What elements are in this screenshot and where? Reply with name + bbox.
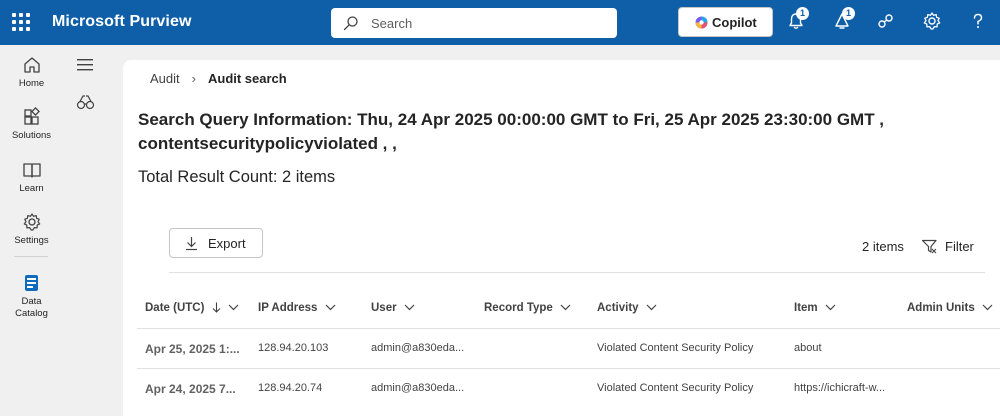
cell-date: Apr 24, 2025 7... bbox=[145, 382, 236, 396]
chevron-down-icon bbox=[228, 305, 239, 311]
toolbar-divider bbox=[169, 272, 985, 273]
table-row[interactable]: Apr 24, 2025 7... 128.94.20.74 admin@a83… bbox=[137, 368, 1000, 408]
search-input[interactable]: Search bbox=[331, 8, 617, 38]
cell-item: https://ichicraft-w... bbox=[794, 382, 886, 394]
rail-label-home: Home bbox=[18, 78, 45, 89]
notifications-button[interactable]: 1 bbox=[786, 7, 809, 33]
cell-ip: 128.94.20.74 bbox=[258, 382, 323, 394]
result-count: 2 items bbox=[862, 239, 904, 254]
cell-item: about bbox=[794, 342, 822, 354]
gear-icon bbox=[923, 12, 941, 30]
connections-button[interactable] bbox=[876, 11, 898, 33]
column-header-admin-units[interactable]: Admin Units bbox=[907, 302, 993, 314]
notifications-badge: 1 bbox=[796, 7, 809, 20]
rail-item-data-catalog[interactable]: Data Catalog bbox=[0, 273, 63, 320]
chevron-down-icon bbox=[646, 305, 657, 311]
cell-activity: Violated Content Security Policy bbox=[597, 342, 754, 354]
data-catalog-icon bbox=[24, 275, 38, 291]
filter-label: Filter bbox=[945, 239, 974, 254]
app-title[interactable]: Microsoft Purview bbox=[52, 13, 192, 31]
copilot-button[interactable]: Copilot bbox=[678, 7, 773, 37]
search-query-info: Search Query Information: Thu, 24 Apr 20… bbox=[138, 110, 885, 153]
help-icon bbox=[973, 13, 983, 28]
alerts-button[interactable]: 1 bbox=[832, 7, 855, 33]
audit-icon[interactable] bbox=[76, 93, 95, 112]
solutions-icon bbox=[23, 107, 40, 125]
total-result-count: Total Result Count: 2 items bbox=[138, 168, 336, 186]
cell-ip: 128.94.20.103 bbox=[258, 342, 329, 354]
export-label: Export bbox=[208, 236, 246, 251]
rail-divider bbox=[14, 256, 48, 257]
sort-descending-icon bbox=[212, 302, 221, 314]
rail-item-learn[interactable]: Learn bbox=[0, 160, 63, 195]
connections-icon bbox=[878, 14, 893, 28]
chevron-down-icon bbox=[560, 305, 571, 311]
chevron-down-icon bbox=[325, 305, 336, 311]
left-rail: Home Solutions Learn Settings Data Catal… bbox=[0, 45, 63, 416]
breadcrumb: Audit › Audit search bbox=[150, 71, 287, 86]
settings-button[interactable] bbox=[922, 11, 944, 33]
breadcrumb-current: Audit search bbox=[207, 71, 287, 86]
cell-user: admin@a830eda... bbox=[371, 382, 465, 394]
chevron-down-icon bbox=[404, 305, 415, 311]
column-header-record-type[interactable]: Record Type bbox=[484, 302, 571, 314]
app-launcher-icon[interactable] bbox=[12, 13, 30, 31]
rail-label-learn: Learn bbox=[19, 183, 44, 194]
export-button[interactable]: Export bbox=[169, 228, 263, 258]
table-row[interactable]: Apr 25, 2025 1:... 128.94.20.103 admin@a… bbox=[137, 328, 1000, 368]
home-icon bbox=[23, 57, 40, 73]
top-bar: Microsoft Purview Search Copilot 1 1 bbox=[0, 0, 1000, 45]
rail-label-settings: Settings bbox=[14, 235, 49, 246]
rail-item-home[interactable]: Home bbox=[0, 55, 63, 90]
copilot-icon bbox=[695, 16, 708, 29]
rail-label-solutions: Solutions bbox=[11, 130, 52, 141]
cell-activity: Violated Content Security Policy bbox=[597, 382, 754, 394]
search-placeholder: Search bbox=[371, 16, 413, 31]
alerts-badge: 1 bbox=[842, 7, 855, 20]
book-icon bbox=[22, 163, 41, 178]
column-header-ip[interactable]: IP Address bbox=[258, 302, 336, 314]
breadcrumb-audit[interactable]: Audit bbox=[150, 71, 180, 86]
rail-item-solutions[interactable]: Solutions bbox=[0, 107, 63, 142]
cell-date: Apr 25, 2025 1:... bbox=[145, 342, 240, 356]
breadcrumb-chevron-icon: › bbox=[191, 71, 196, 86]
main-content: Audit › Audit search Search Query Informat… bbox=[123, 60, 1000, 416]
rail-item-settings[interactable]: Settings bbox=[0, 212, 63, 247]
secondary-nav bbox=[63, 45, 123, 416]
filter-icon bbox=[921, 239, 937, 254]
column-header-date[interactable]: Date (UTC) bbox=[145, 302, 239, 314]
copilot-label: Copilot bbox=[712, 15, 757, 30]
chevron-down-icon bbox=[982, 305, 993, 311]
hamburger-menu-icon[interactable] bbox=[77, 58, 94, 72]
cell-user: admin@a830eda... bbox=[371, 342, 465, 354]
help-button[interactable] bbox=[968, 11, 990, 33]
column-header-activity[interactable]: Activity bbox=[597, 302, 657, 314]
settings-icon bbox=[23, 213, 40, 231]
download-icon bbox=[186, 237, 197, 251]
search-icon bbox=[343, 16, 358, 31]
rail-label-data-catalog: Data Catalog bbox=[15, 296, 48, 319]
table-header: Date (UTC) IP Address User Record Type A… bbox=[137, 300, 1000, 328]
filter-button[interactable]: Filter bbox=[921, 238, 974, 260]
column-header-item[interactable]: Item bbox=[794, 302, 836, 314]
column-header-user[interactable]: User bbox=[371, 302, 415, 314]
chevron-down-icon bbox=[825, 305, 836, 311]
